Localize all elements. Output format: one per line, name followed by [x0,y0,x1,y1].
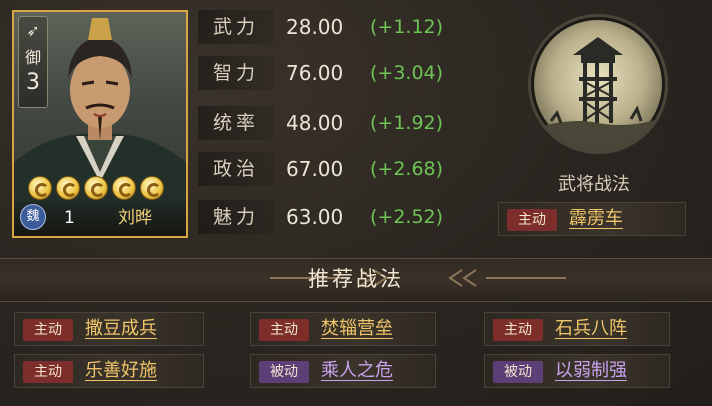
own-skill-title: 武将战法 [558,174,630,195]
stat-label: 魅力 [198,200,274,234]
stat-row-charm: 魅力 63.00 (+2.52) [198,200,468,234]
troop-level: 3 [26,70,40,95]
stat-value: 67.00 [286,157,344,181]
skill-name-link[interactable]: 以弱制强 [555,355,627,387]
cost-value: 1 [64,208,75,228]
skill-name-link[interactable]: 霹雳车 [569,203,623,235]
star-icon [112,176,136,200]
star-icon [140,176,164,200]
stat-bonus: (+1.92) [370,112,444,134]
stat-row-intelligence: 智力 76.00 (+3.04) [198,56,468,90]
stat-label: 智力 [198,56,274,90]
stat-value: 48.00 [286,111,344,135]
stat-value: 76.00 [286,61,344,85]
stat-bonus: (+3.04) [370,62,444,84]
star-icon [28,176,52,200]
skill-type-badge: 被动 [259,361,309,383]
stat-row-politics: 政治 67.00 (+2.68) [198,152,468,186]
stat-bonus: (+1.12) [370,16,444,38]
stat-value: 63.00 [286,205,344,229]
faction-badge: 魏 [20,204,46,230]
spear-icon: ➶ [26,21,40,40]
skill-type-badge: 主动 [507,209,557,231]
skill-name-link[interactable]: 乘人之危 [321,355,393,387]
stat-value: 28.00 [286,15,344,39]
skill-type-badge: 主动 [493,319,543,341]
own-skill-tag[interactable]: 主动 霹雳车 [498,202,686,236]
skill-type-badge: 主动 [259,319,309,341]
general-card[interactable]: ➶ 御 3 魏 1 刘晔 [12,10,188,238]
stat-label: 武力 [198,10,274,44]
troop-badge: ➶ 御 3 [18,16,48,108]
skill-name-link[interactable]: 焚辎营垒 [321,313,393,345]
stat-bonus: (+2.68) [370,158,444,180]
recommended-skill[interactable]: 主动 焚辎营垒 [250,312,436,346]
siege-tower-icon [531,20,665,151]
recommended-skill[interactable]: 主动 石兵八阵 [484,312,670,346]
recommended-skill[interactable]: 被动 以弱制强 [484,354,670,388]
recommended-skill[interactable]: 主动 撒豆成兵 [14,312,204,346]
skill-name-link[interactable]: 石兵八阵 [555,313,627,345]
recommended-title: 推荐战法 [308,267,404,291]
skill-type-badge: 主动 [23,361,73,383]
star-icon [84,176,108,200]
stat-bonus: (+2.52) [370,206,444,228]
skill-type-badge: 主动 [23,319,73,341]
stat-row-force: 武力 28.00 (+1.12) [198,10,468,44]
star-icon [56,176,80,200]
skill-name-link[interactable]: 撒豆成兵 [85,313,157,345]
stat-row-command: 统率 48.00 (+1.92) [198,106,468,140]
recommended-skill[interactable]: 被动 乘人之危 [250,354,436,388]
skill-name-link[interactable]: 乐善好施 [85,355,157,387]
recommended-skill[interactable]: 主动 乐善好施 [14,354,204,388]
troop-type: 御 [24,48,41,67]
skill-emblem[interactable] [528,14,668,154]
general-name: 刘晔 [118,208,152,228]
star-rating [28,176,164,200]
stat-label: 政治 [198,152,274,186]
skill-type-badge: 被动 [493,361,543,383]
stat-label: 统率 [198,106,274,140]
